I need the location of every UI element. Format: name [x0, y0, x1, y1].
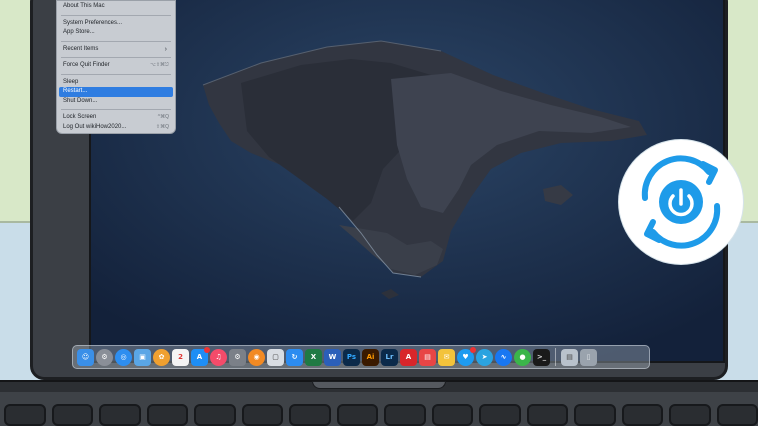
- safari-icon[interactable]: ◎: [115, 348, 132, 366]
- chevron-right-icon: ›: [164, 45, 167, 53]
- laptop-notch: [312, 381, 446, 389]
- keyboard-key: [479, 404, 521, 426]
- notification-badge: [470, 346, 476, 353]
- menu-shortcut: ^⌘Q: [157, 114, 169, 120]
- sync-icon[interactable]: ↻: [286, 348, 303, 366]
- menu-item-system-preferences[interactable]: System Preferences...: [57, 19, 175, 29]
- keyboard-key: [526, 404, 568, 426]
- menu-separator: [61, 40, 171, 42]
- keyboard-key: [146, 404, 188, 426]
- menu-item-label: System Preferences...: [63, 19, 123, 26]
- menu-separator: [61, 14, 171, 16]
- illustrator-icon[interactable]: Ai: [362, 348, 379, 366]
- menu-item-label: Sleep: [63, 78, 79, 85]
- menu-item-label: Log Out wikiHow2020...: [63, 123, 127, 130]
- keyboard-key: [51, 404, 93, 426]
- keyboard-key: [621, 404, 663, 426]
- word-icon[interactable]: W: [324, 348, 341, 366]
- menu-item-label: About This Mac: [63, 3, 105, 9]
- menu-item-label: Restart...: [63, 88, 88, 94]
- keyboard-key: [194, 404, 236, 426]
- restart-badge: [619, 140, 743, 264]
- menu-item-recent-items[interactable]: Recent Items ›: [57, 45, 175, 55]
- keyboard-key: [431, 404, 473, 426]
- pdf-tool-icon[interactable]: ▤: [419, 348, 436, 366]
- keyboard-key: [4, 404, 46, 426]
- photo-icon[interactable]: ▣: [134, 348, 151, 366]
- dock-separator: [555, 348, 556, 366]
- dock: ☺ ⚙ ◎ ▣ ✿ 2 A ♫ ⚙ ◉ ▢ ↻ X W Ps Ai Lr A ▤ ✉ ♥ ➤ ∿ ● >_ ▤ ▯: [72, 345, 650, 369]
- music-icon[interactable]: ♫: [210, 348, 227, 366]
- screenshot-icon[interactable]: ▢: [267, 348, 284, 366]
- terminal-icon[interactable]: >_: [533, 348, 550, 366]
- menu-item-sleep[interactable]: Sleep: [57, 78, 175, 88]
- wifi-tool-icon[interactable]: ●: [514, 348, 531, 366]
- photos-icon[interactable]: ✿: [153, 348, 170, 366]
- firefox-icon[interactable]: ◉: [248, 348, 265, 366]
- apple-menu: About This Mac System Preferences... App S…: [56, 0, 176, 134]
- menu-item-force-quit-finder[interactable]: Force Quit Finder ⌥⇧⌘⎋: [57, 61, 175, 71]
- lightroom-icon[interactable]: Lr: [381, 348, 398, 366]
- menu-item-log-out-wikihow2020[interactable]: Log Out wikiHow2020... ⇧⌘Q: [57, 123, 175, 133]
- messenger-icon[interactable]: ∿: [495, 348, 512, 366]
- notes-icon[interactable]: ✉: [438, 348, 455, 366]
- keyboard-key: [384, 404, 426, 426]
- notification-badge: [204, 346, 210, 353]
- menu-item-label: Shut Down...: [63, 97, 98, 104]
- finder-icon[interactable]: ☺: [77, 348, 94, 366]
- restart-power-icon: [641, 155, 721, 249]
- system-preferences-icon[interactable]: ⚙: [229, 348, 246, 366]
- app-store-icon[interactable]: A: [191, 346, 210, 366]
- excel-icon[interactable]: X: [305, 348, 322, 366]
- acrobat-icon[interactable]: A: [400, 348, 417, 366]
- trash-icon[interactable]: ▯: [580, 348, 597, 366]
- keyboard-key: [289, 404, 331, 426]
- menu-item-label: Force Quit Finder: [63, 62, 110, 68]
- telegram-icon[interactable]: ➤: [476, 348, 493, 366]
- menu-item-label: App Store...: [63, 29, 95, 35]
- keyboard-key: [669, 404, 711, 426]
- menu-separator: [61, 57, 171, 58]
- keyboard-key: [241, 404, 283, 426]
- keyboard-key: [716, 404, 758, 426]
- menu-item-label: Lock Screen: [63, 114, 97, 120]
- keyboard-row: [0, 404, 758, 426]
- menu-shortcut: ⌥⇧⌘⎋: [150, 62, 169, 68]
- photoshop-icon[interactable]: Ps: [343, 348, 360, 366]
- menu-item-label: Recent Items: [63, 45, 99, 52]
- menu-item-about-this-mac[interactable]: About This Mac: [57, 2, 175, 12]
- keyboard-key: [336, 404, 378, 426]
- menu-item-restart[interactable]: Restart...: [59, 87, 173, 97]
- downloads-icon[interactable]: ▤: [561, 348, 578, 366]
- menu-item-lock-screen[interactable]: Lock Screen ^⌘Q: [57, 113, 175, 123]
- menu-item-app-store[interactable]: App Store...: [57, 28, 175, 38]
- menu-shortcut: ⇧⌘Q: [155, 123, 169, 130]
- twitter-icon[interactable]: ♥: [457, 346, 476, 366]
- keyboard-key: [99, 404, 141, 426]
- keyboard-key: [574, 404, 616, 426]
- launchpad-icon[interactable]: ⚙: [96, 348, 113, 366]
- menu-item-shut-down[interactable]: Shut Down...: [57, 97, 175, 107]
- calendar-icon[interactable]: 2: [172, 348, 189, 366]
- menu-separator: [61, 109, 171, 110]
- menu-separator: [61, 73, 171, 75]
